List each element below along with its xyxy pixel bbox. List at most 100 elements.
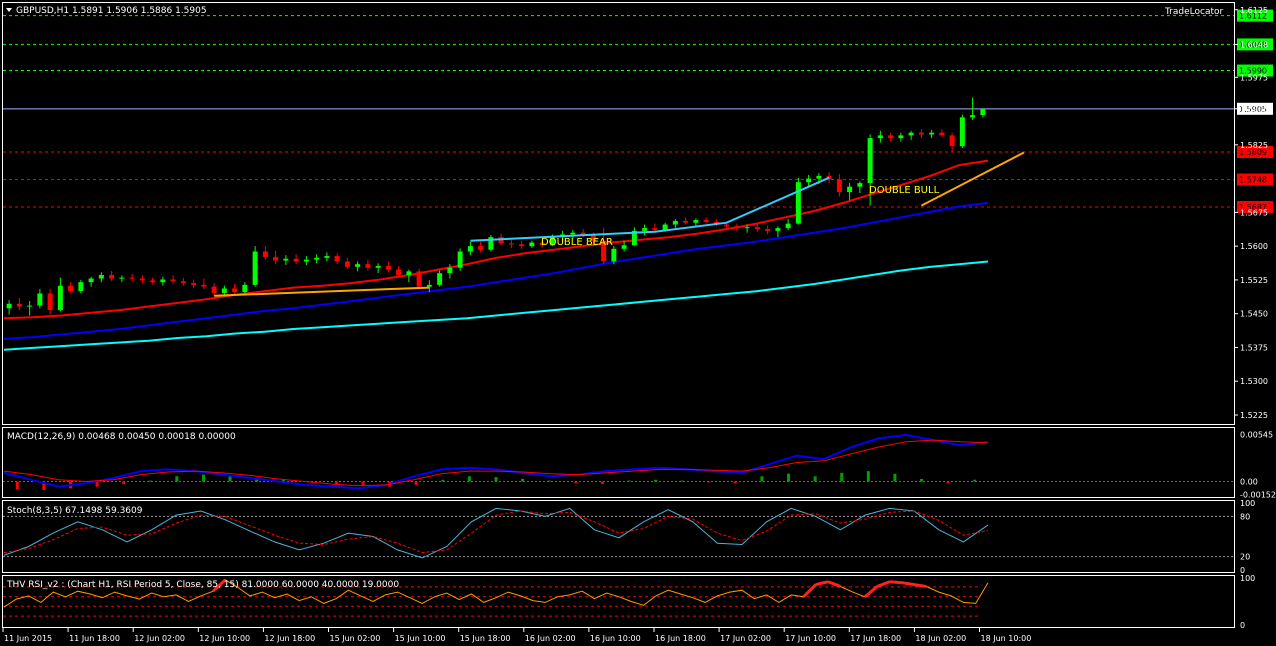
- candle: [488, 234, 494, 252]
- candle-body: [211, 286, 217, 293]
- candle-body: [88, 278, 94, 283]
- macd-hist-bar: [441, 479, 445, 482]
- candle-body: [785, 223, 791, 229]
- candle-body: [385, 265, 391, 270]
- time-tick-label: 11 Jun 2015: [4, 634, 52, 643]
- candle-body: [508, 243, 514, 245]
- macd-hist-bar: [893, 473, 897, 482]
- time-tick-label: 18 Jun 02:00: [915, 634, 966, 643]
- candle-body: [970, 115, 976, 118]
- candle-body: [816, 175, 822, 179]
- time-tick-label: 17 Jun 02:00: [720, 634, 771, 643]
- price-tick-label: 1.5905: [1240, 105, 1268, 114]
- macd-hist-bar: [228, 476, 232, 482]
- candle-body: [806, 178, 812, 183]
- candle-body: [980, 108, 986, 116]
- candle-body: [283, 258, 289, 261]
- candle-body: [242, 284, 248, 293]
- rsi-overbought-segment: [913, 583, 927, 588]
- macd-hist-bar: [813, 476, 817, 482]
- trading-chart[interactable]: 1.61121.60481.59901.58091.57481.56871.59…: [0, 0, 1276, 646]
- candle-body: [139, 278, 145, 281]
- stoch-tick-label: 20: [1240, 553, 1250, 562]
- candle-body: [898, 135, 904, 139]
- candle-body: [365, 264, 371, 268]
- candle-body: [426, 284, 432, 287]
- rsi-tick-label: 0: [1240, 621, 1245, 630]
- time-tick-label: 15 Jun 02:00: [330, 634, 381, 643]
- macd-hist-bar: [760, 476, 764, 482]
- candle-body: [877, 135, 883, 139]
- candle-body: [293, 258, 299, 262]
- macd-hist-bar: [547, 480, 551, 482]
- candle-body: [652, 228, 658, 230]
- candle-body: [252, 251, 258, 285]
- candle-body: [775, 228, 781, 231]
- macd-title: MACD(12,26,9) 0.00468 0.00450 0.00018 0.…: [7, 432, 236, 442]
- candle-body: [232, 288, 238, 293]
- price-tick-label: 1.5450: [1240, 310, 1268, 319]
- candle-body: [160, 279, 166, 283]
- candle-body: [918, 132, 924, 135]
- candle-body: [703, 220, 709, 222]
- candle: [457, 248, 463, 271]
- macd-hist-bar: [148, 480, 152, 482]
- candle-body: [939, 132, 945, 136]
- rsi-tick-label: 100: [1240, 574, 1255, 583]
- candle-body: [519, 244, 525, 247]
- candle-body: [693, 220, 699, 223]
- time-tick-label: 17 Jun 10:00: [785, 634, 836, 643]
- time-tick-label: 17 Jun 18:00: [850, 634, 901, 643]
- macd-hist-bar: [707, 481, 711, 483]
- candle-body: [888, 135, 894, 139]
- candle-body: [929, 132, 935, 135]
- stoch-tick-label: 100: [1240, 499, 1255, 508]
- brand-label: TradeLocator: [1164, 7, 1224, 17]
- candle-body: [109, 274, 115, 279]
- candle-body: [795, 182, 801, 224]
- candle-body: [857, 183, 863, 187]
- candle-body: [672, 220, 678, 225]
- candle-body: [119, 277, 125, 279]
- price-tick-label: 1.5525: [1240, 276, 1268, 285]
- price-tick-label: 1.6048: [1240, 40, 1268, 49]
- time-tick-label: 18 Jun 10:00: [981, 634, 1032, 643]
- candle-body: [37, 293, 43, 306]
- candle-body: [273, 256, 279, 261]
- macd-hist-bar: [494, 477, 498, 482]
- candle-body: [98, 274, 104, 279]
- macd-hist-bar: [733, 481, 737, 484]
- symbol-header[interactable]: GBPUSD,H1 1.5891 1.5906 1.5886 1.5905: [6, 6, 207, 16]
- candle-body: [724, 224, 730, 227]
- annotation-double-bear: DOUBLE BEAR: [541, 237, 613, 248]
- candle-body: [355, 264, 361, 267]
- chart-background: [0, 0, 1276, 646]
- candle-body: [324, 256, 330, 258]
- candle-body: [437, 273, 443, 285]
- time-tick-label: 15 Jun 10:00: [395, 634, 446, 643]
- macd-hist-bar: [15, 481, 19, 490]
- rsi-overbought-segment: [901, 581, 915, 587]
- price-tick-label: 1.5600: [1240, 242, 1268, 251]
- candle-body: [908, 132, 914, 136]
- candle-body: [406, 271, 412, 275]
- candle-body: [467, 246, 473, 252]
- candle-body: [16, 303, 22, 307]
- rsi-overbought-segment: [889, 580, 903, 585]
- candle: [795, 177, 801, 225]
- candle-body: [150, 280, 156, 283]
- rsi-title: THV RSI_v2 : (Chart H1, RSI Period 5, Cl…: [6, 580, 399, 590]
- candle-body: [959, 117, 965, 147]
- candle: [252, 246, 258, 287]
- candle-body: [68, 285, 74, 292]
- macd-hist-bar: [201, 474, 205, 482]
- macd-hist-bar: [627, 480, 631, 482]
- candle-body: [570, 232, 576, 235]
- candle-body: [611, 248, 617, 262]
- time-tick-label: 16 Jun 18:00: [655, 634, 706, 643]
- macd-hist-bar: [122, 481, 126, 485]
- candle-body: [416, 271, 422, 287]
- candle-body: [344, 261, 350, 267]
- macd-hist-bar: [414, 481, 418, 485]
- stoch-title: Stoch(8,3,5) 67.1498 59.3609: [7, 506, 143, 516]
